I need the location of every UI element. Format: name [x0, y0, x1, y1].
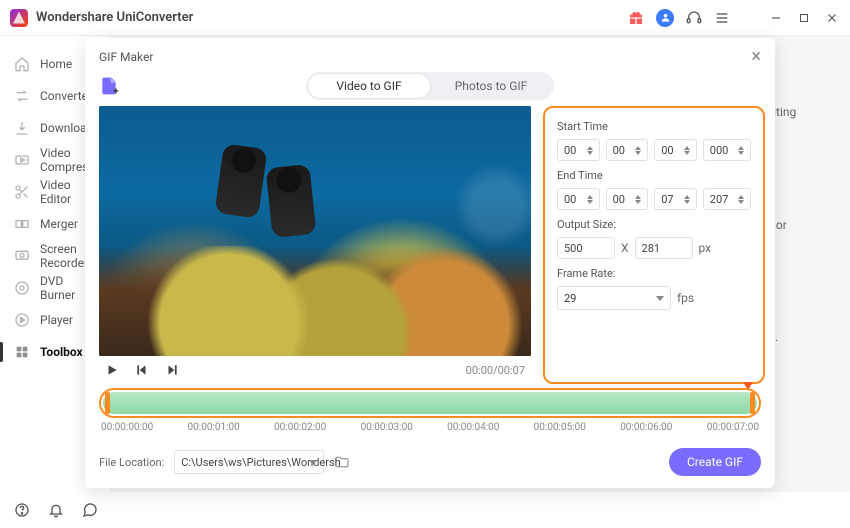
file-location-select[interactable]: C:\Users\ws\Pictures\Wondersh — [174, 450, 324, 474]
recorder-icon — [14, 248, 30, 264]
start-time-label: Start Time — [557, 120, 751, 133]
preview-time: 00:00/00:07 — [466, 364, 525, 377]
dvd-icon — [14, 280, 30, 296]
create-gif-button[interactable]: Create GIF — [669, 448, 761, 476]
sidebar-item-label: Toolbox — [40, 345, 83, 359]
end-ms-input[interactable]: 207 — [703, 188, 751, 210]
merger-icon — [14, 216, 30, 232]
svg-text:+: + — [113, 86, 119, 96]
gift-icon[interactable] — [628, 10, 644, 26]
end-ss-input[interactable]: 07 — [654, 188, 697, 210]
sidebar-item-label: Merger — [40, 217, 78, 231]
end-hh-input[interactable]: 00 — [557, 188, 600, 210]
close-modal-button[interactable]: × — [751, 48, 761, 66]
file-location-label: File Location: — [99, 456, 164, 469]
compressor-icon — [14, 152, 30, 168]
next-frame-button[interactable] — [165, 363, 179, 377]
tab-video-to-gif[interactable]: Video to GIF — [308, 74, 430, 98]
start-mm-input[interactable]: 00 — [606, 139, 649, 161]
modal-title: GIF Maker — [99, 50, 153, 64]
start-ms-input[interactable]: 000 — [703, 139, 751, 161]
frame-rate-select[interactable]: 29 — [557, 286, 671, 310]
app-logo — [10, 9, 28, 27]
avatar[interactable] — [656, 9, 674, 27]
output-unit-label: px — [699, 241, 712, 255]
help-icon[interactable] — [14, 502, 30, 518]
frame-unit-label: fps — [677, 291, 694, 305]
scissors-icon — [14, 184, 30, 200]
minimize-button[interactable] — [768, 10, 784, 26]
prev-frame-button[interactable] — [135, 363, 149, 377]
trim-handle-left[interactable] — [105, 392, 110, 414]
settings-panel: Start Time 00 00 00 000 End Time 00 00 0… — [543, 106, 765, 384]
timeline[interactable] — [99, 388, 761, 418]
bottombar — [0, 492, 850, 528]
tab-photos-to-gif[interactable]: Photos to GIF — [430, 74, 552, 98]
menu-icon[interactable] — [714, 10, 730, 26]
timeline-ticks: 00:00:00:00 00:00:01:00 00:00:02:00 00:0… — [99, 422, 761, 433]
toolbox-icon — [14, 344, 30, 360]
sidebar-item-label: Player — [40, 313, 73, 327]
gif-maker-modal: GIF Maker × + Video to GIF Photos to GIF… — [85, 38, 775, 488]
timeline-area: 00:00:00:00 00:00:01:00 00:00:02:00 00:0… — [99, 388, 761, 433]
add-file-button[interactable]: + — [99, 76, 119, 96]
support-icon[interactable] — [686, 10, 702, 26]
start-hh-input[interactable]: 00 — [557, 139, 600, 161]
frame-rate-label: Frame Rate: — [557, 267, 751, 280]
home-icon — [14, 56, 30, 72]
converter-icon — [14, 88, 30, 104]
download-icon — [14, 120, 30, 136]
play-button[interactable] — [105, 363, 119, 377]
open-folder-button[interactable] — [334, 454, 350, 470]
preview-pane: 00:00/00:07 — [99, 106, 531, 384]
titlebar: Wondershare UniConverter — [0, 0, 850, 36]
trim-handle-right[interactable] — [750, 392, 755, 414]
feedback-icon[interactable] — [82, 502, 98, 518]
maximize-button[interactable] — [796, 10, 812, 26]
app-title: Wondershare UniConverter — [36, 10, 193, 25]
player-icon — [14, 312, 30, 328]
output-size-label: Output Size: — [557, 218, 751, 231]
end-mm-input[interactable]: 00 — [606, 188, 649, 210]
output-height-input[interactable]: 281 — [635, 237, 693, 259]
video-preview[interactable] — [99, 106, 531, 356]
output-width-input[interactable]: 500 — [557, 237, 615, 259]
sidebar-item-label: Home — [40, 57, 72, 71]
bell-icon[interactable] — [48, 502, 64, 518]
start-ss-input[interactable]: 00 — [654, 139, 697, 161]
close-window-button[interactable] — [824, 10, 840, 26]
end-time-label: End Time — [557, 169, 751, 182]
mode-tabs: Video to GIF Photos to GIF — [306, 72, 554, 100]
output-x-label: X — [621, 241, 629, 255]
